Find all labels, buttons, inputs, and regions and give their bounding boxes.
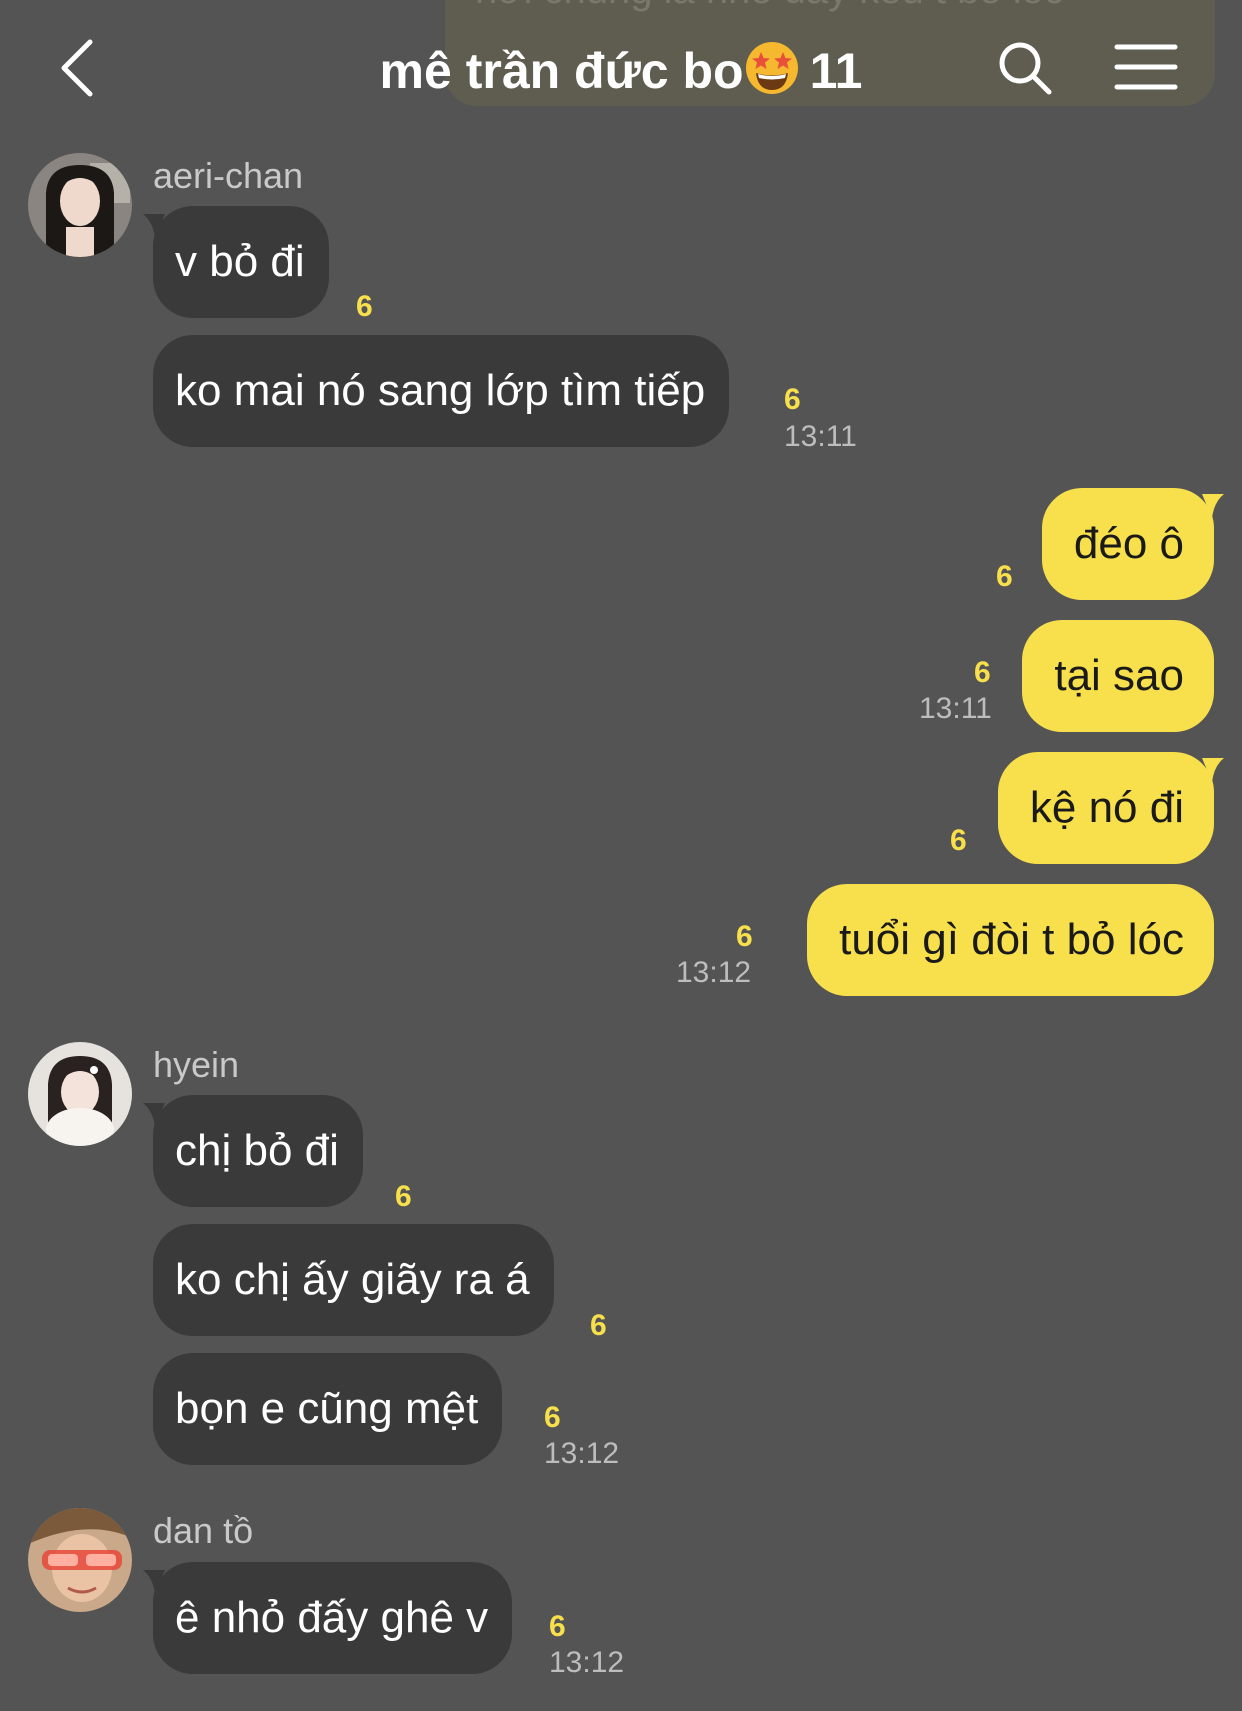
message-bubble-incoming[interactable]: v bỏ đi bbox=[143, 206, 329, 318]
star-struck-emoji-icon bbox=[744, 40, 800, 96]
bubble-tail bbox=[143, 214, 165, 238]
message-bubble-incoming[interactable]: ko mai nó sang lớp tìm tiếp bbox=[153, 335, 730, 447]
chat-header: hơi chúng là nhỏ đấy kêu t bỏ lóc mê trầ… bbox=[0, 0, 1242, 140]
unread-count: 6 bbox=[544, 1401, 561, 1434]
avatar-hyein[interactable] bbox=[28, 1042, 132, 1146]
message-bubble-incoming[interactable]: bọn e cũng mệt bbox=[153, 1353, 503, 1465]
unread-count: 6 bbox=[736, 920, 753, 953]
unread-count: 6 bbox=[590, 1309, 607, 1342]
message-text: ko mai nó sang lớp tìm tiếp bbox=[175, 366, 706, 415]
bubble-tail bbox=[143, 1570, 165, 1594]
message-text: tuổi gì đòi t bỏ lóc bbox=[839, 915, 1184, 964]
unread-count: 6 bbox=[996, 560, 1013, 593]
member-count: 11 bbox=[809, 43, 863, 99]
unread-count: 6 bbox=[974, 656, 991, 689]
unread-count: 6 bbox=[549, 1610, 566, 1643]
message-text: kệ nó đi bbox=[1029, 783, 1184, 832]
message-bubble-outgoing[interactable]: tuổi gì đòi t bỏ lóc bbox=[807, 884, 1214, 996]
bubble-tail bbox=[1202, 758, 1224, 782]
menu-icon bbox=[1114, 44, 1178, 90]
search-icon bbox=[999, 42, 1052, 95]
message-time: 13:12 bbox=[544, 1437, 620, 1470]
message-bubble-outgoing[interactable]: tại sao bbox=[1022, 620, 1214, 732]
message-text: đéo ô bbox=[1073, 519, 1184, 568]
message-bubble-incoming[interactable]: chị bỏ đi bbox=[143, 1095, 363, 1207]
unread-count: 6 bbox=[784, 383, 801, 416]
sender-name: hyein bbox=[153, 1044, 240, 1085]
chat-title-text: mê trần đức bo bbox=[379, 43, 744, 99]
message-text: v bỏ đi bbox=[175, 237, 305, 286]
message-bubble-outgoing[interactable]: đéo ô bbox=[1041, 488, 1224, 600]
avatar-aeri-chan[interactable] bbox=[28, 153, 132, 257]
message-text: chị bỏ đi bbox=[175, 1126, 339, 1175]
bubble-tail bbox=[1202, 494, 1224, 518]
message-time: 13:11 bbox=[784, 420, 857, 453]
message-bubble-incoming[interactable]: ko chị ấy giãy ra á bbox=[153, 1224, 554, 1336]
unread-count: 6 bbox=[395, 1180, 412, 1213]
bubble-tail bbox=[143, 1103, 165, 1127]
message-text: bọn e cũng mệt bbox=[175, 1384, 479, 1433]
sender-name: dan tồ bbox=[153, 1510, 254, 1551]
unread-count: 6 bbox=[356, 290, 373, 323]
message-time: 13:11 bbox=[919, 692, 992, 725]
menu-button[interactable] bbox=[1114, 42, 1178, 92]
message-bubble-outgoing[interactable]: kệ nó đi bbox=[997, 752, 1224, 864]
message-bubble-incoming[interactable]: ê nhỏ đấy ghê v bbox=[143, 1562, 513, 1674]
message-time: 13:12 bbox=[676, 956, 752, 989]
message-text: ê nhỏ đấy ghê v bbox=[175, 1593, 489, 1642]
search-button[interactable] bbox=[995, 38, 1055, 98]
unread-count: 6 bbox=[950, 824, 967, 857]
message-text: tại sao bbox=[1054, 651, 1184, 700]
pinned-message-text: hơi chúng là nhỏ đấy kêu t bỏ lóc bbox=[475, 0, 1064, 10]
sender-name: aeri-chan bbox=[153, 155, 304, 196]
message-text: ko chị ấy giãy ra á bbox=[175, 1255, 530, 1304]
chat-title: mê trần đức bo 11 bbox=[0, 40, 1242, 100]
message-time: 13:12 bbox=[549, 1646, 625, 1679]
avatar-dan-to[interactable] bbox=[28, 1508, 132, 1612]
